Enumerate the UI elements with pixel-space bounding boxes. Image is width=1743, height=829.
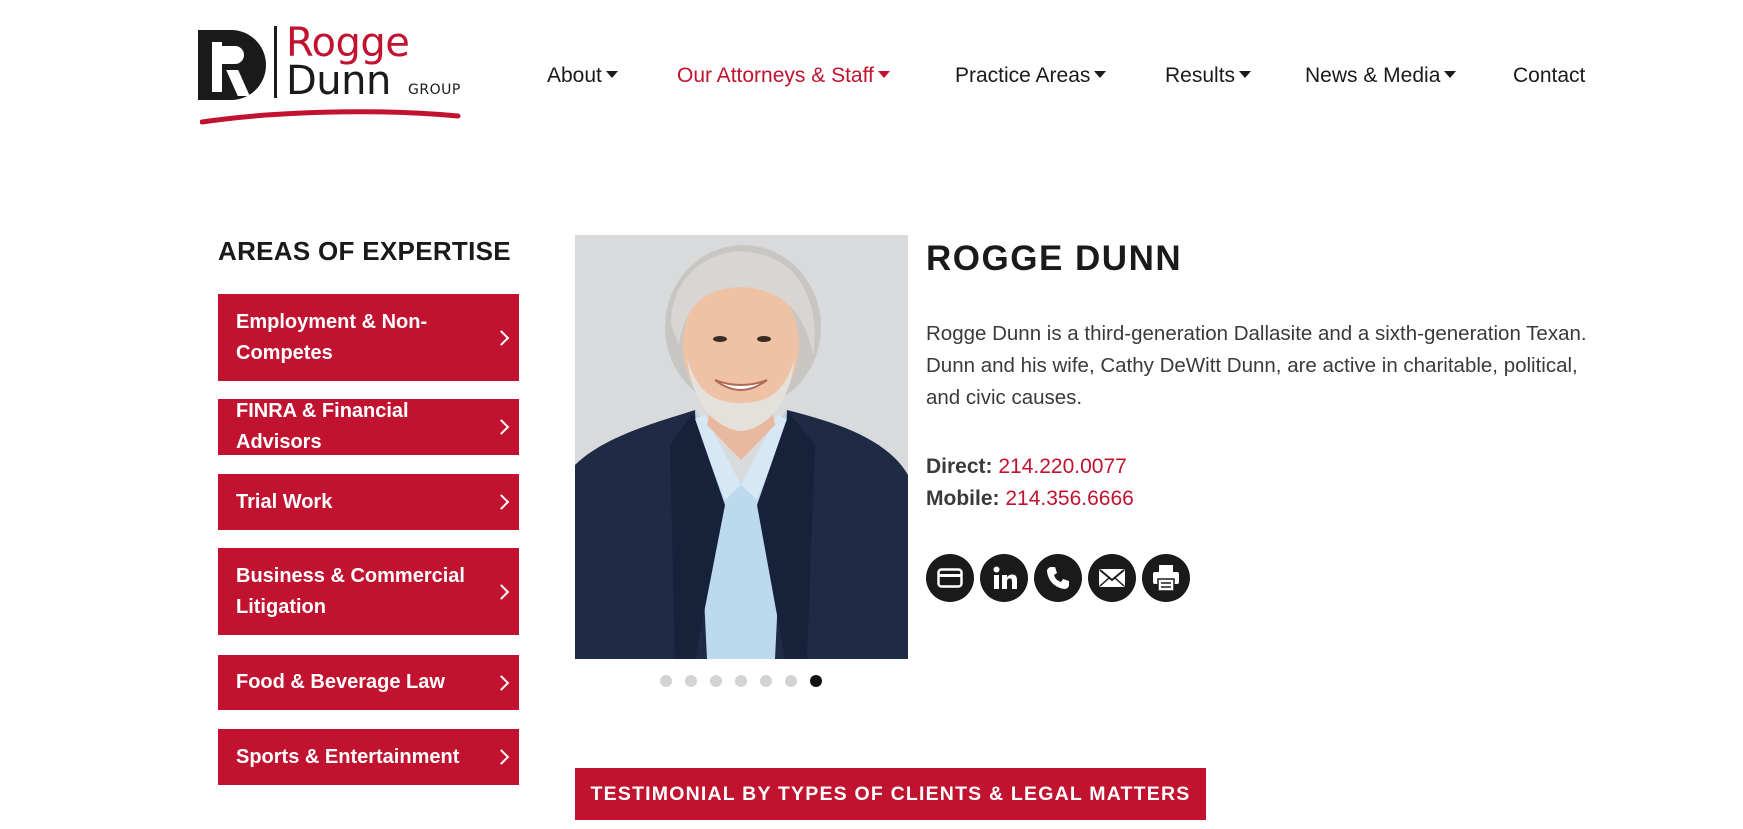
areas-of-expertise-heading: AREAS OF EXPERTISE [218, 236, 511, 266]
caret-down-icon [605, 70, 618, 78]
nav-contact[interactable]: Contact [1513, 64, 1585, 88]
nav-news-media[interactable]: News & Media [1305, 64, 1457, 88]
nav-attorneys-label: Our Attorneys & Staff [677, 64, 874, 87]
expertise-label: Trial Work [236, 490, 333, 513]
chevron-right-icon [493, 749, 510, 765]
chevron-right-icon [493, 419, 510, 435]
caret-down-icon [1094, 70, 1107, 78]
nav-about[interactable]: About [547, 64, 618, 88]
expertise-label: Food & Beverage Law [236, 671, 445, 693]
logo-text-group: GROUP [408, 82, 461, 98]
carousel-dot-active[interactable] [810, 675, 822, 687]
caret-down-icon [1239, 70, 1252, 78]
nav-results-label: Results [1165, 64, 1236, 87]
expertise-label: FINRA & Financial Advisors [236, 400, 409, 453]
carousel-dot[interactable] [760, 675, 772, 687]
chevron-right-icon [493, 329, 510, 346]
logo-text-dunn: Dunn [286, 58, 391, 104]
attorney-name: ROGGE DUNN [926, 239, 1183, 278]
direct-label: Direct: [926, 455, 993, 478]
linkedin-icon[interactable] [980, 554, 1028, 602]
phone-icon[interactable] [1034, 554, 1082, 602]
attorney-photo [575, 235, 908, 659]
chevron-right-icon [493, 674, 510, 691]
expertise-food-beverage[interactable]: Food & Beverage Law [218, 655, 519, 710]
logo-swoosh [200, 109, 461, 125]
expertise-label: Business & Commercial Litigation [236, 564, 465, 618]
carousel-dot[interactable] [735, 675, 747, 687]
attorney-bio: Rogge Dunn is a third-generation Dallasi… [926, 322, 1587, 409]
nav-contact-label: Contact [1513, 64, 1586, 87]
carousel-dot[interactable] [685, 675, 697, 687]
site-logo[interactable]: Rogge Dunn GROUP [198, 20, 468, 132]
expertise-employment[interactable]: Employment & Non-Competes [218, 294, 519, 381]
nav-about-label: About [547, 64, 602, 87]
direct-phone-link[interactable]: 214.220.0077 [998, 455, 1126, 478]
testimonial-button[interactable]: TESTIMONIAL BY TYPES OF CLIENTS & LEGAL … [575, 768, 1206, 820]
caret-down-icon [877, 70, 890, 78]
expertise-label: Employment & Non-Competes [236, 310, 428, 364]
carousel-dot[interactable] [710, 675, 722, 687]
logo-r-mark [198, 30, 266, 100]
email-icon[interactable] [1088, 554, 1136, 602]
mobile-phone-link[interactable]: 214.356.6666 [1005, 487, 1133, 510]
mobile-phone-line: Mobile: 214.356.6666 [926, 487, 1134, 511]
carousel-dot[interactable] [785, 675, 797, 687]
nav-news-label: News & Media [1305, 64, 1441, 87]
nav-practice-label: Practice Areas [955, 64, 1091, 87]
expertise-trial-work[interactable]: Trial Work [218, 474, 519, 530]
expertise-label: Sports & Entertainment [236, 745, 460, 768]
caret-down-icon [1444, 70, 1457, 78]
chevron-right-icon [493, 583, 510, 600]
carousel-dot[interactable] [660, 675, 672, 687]
nav-practice-areas[interactable]: Practice Areas [955, 64, 1107, 88]
mobile-label: Mobile: [926, 487, 1000, 510]
print-icon[interactable] [1142, 554, 1190, 602]
nav-results[interactable]: Results [1165, 64, 1252, 88]
vcard-icon[interactable] [926, 554, 974, 602]
photo-carousel-dots [660, 675, 822, 687]
expertise-finra[interactable]: FINRA & Financial Advisors [218, 399, 519, 455]
attorney-portrait-illustration [575, 235, 908, 659]
direct-phone-line: Direct: 214.220.0077 [926, 455, 1127, 479]
contact-icon-row [926, 554, 1190, 602]
expertise-sports-entertainment[interactable]: Sports & Entertainment [218, 729, 519, 785]
chevron-right-icon [493, 494, 510, 510]
nav-our-attorneys-staff[interactable]: Our Attorneys & Staff [677, 64, 890, 88]
expertise-business-litigation[interactable]: Business & Commercial Litigation [218, 548, 519, 635]
logo-divider [274, 26, 277, 98]
